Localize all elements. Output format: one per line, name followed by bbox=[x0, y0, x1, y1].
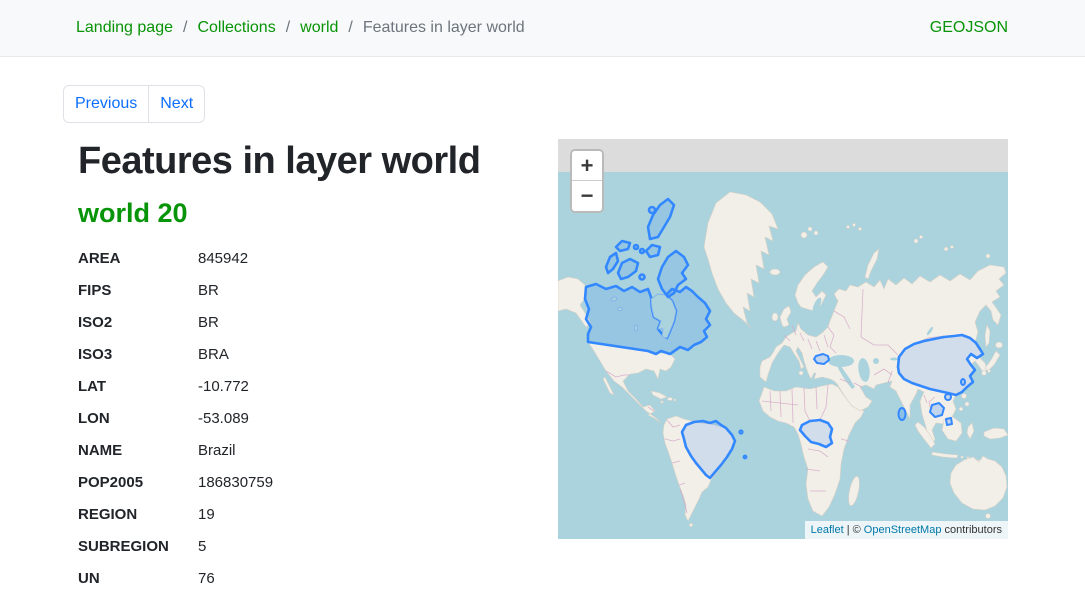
previous-button[interactable]: Previous bbox=[63, 85, 149, 123]
property-row: UN76 bbox=[78, 563, 273, 595]
feature-brazil-island[interactable] bbox=[744, 456, 747, 459]
header-bar: Landing page / Collections / world / Fea… bbox=[0, 0, 1085, 57]
breadcrumb-separator: / bbox=[183, 19, 187, 37]
property-key: AREA bbox=[78, 243, 198, 275]
property-row: AREA845942 bbox=[78, 243, 273, 275]
property-key: POP2005 bbox=[78, 467, 198, 499]
zoom-out-button[interactable]: − bbox=[572, 181, 602, 211]
zoom-in-button[interactable]: + bbox=[572, 151, 602, 181]
property-value: -10.772 bbox=[198, 371, 273, 403]
contributors-label: contributors bbox=[945, 524, 1002, 536]
property-key: ISO3 bbox=[78, 339, 198, 371]
property-row: NAMEBrazil bbox=[78, 435, 273, 467]
breadcrumb: Landing page / Collections / world / Fea… bbox=[76, 19, 525, 37]
breadcrumb-landing-page[interactable]: Landing page bbox=[76, 19, 173, 37]
property-key: UN bbox=[78, 563, 198, 595]
leaflet-link[interactable]: Leaflet bbox=[811, 524, 844, 536]
property-value: BRA bbox=[198, 339, 273, 371]
feature-brazil-island[interactable] bbox=[739, 430, 742, 433]
property-key: ISO2 bbox=[78, 307, 198, 339]
property-row: SUBREGION5 bbox=[78, 531, 273, 563]
copyright-symbol: © bbox=[853, 524, 861, 536]
leaflet-map[interactable]: + − Leaflet | © OpenStreetMap contributo… bbox=[558, 139, 1008, 539]
property-value: BR bbox=[198, 275, 273, 307]
property-value: 186830759 bbox=[198, 467, 273, 499]
breadcrumb-separator: / bbox=[286, 19, 290, 37]
feature-details: Features in layer world world 20 AREA845… bbox=[63, 139, 543, 595]
attribution-divider: | bbox=[847, 524, 850, 536]
properties-table: AREA845942 FIPSBR ISO2BR ISO3BRA LAT-10.… bbox=[78, 243, 273, 595]
feature-bulgaria[interactable] bbox=[814, 354, 829, 364]
property-key: FIPS bbox=[78, 275, 198, 307]
feature-brunei[interactable] bbox=[946, 418, 952, 425]
pagination-group: Previous Next bbox=[63, 85, 205, 123]
property-key: LAT bbox=[78, 371, 198, 403]
world-map-tiles[interactable] bbox=[558, 139, 1008, 539]
property-row: ISO3BRA bbox=[78, 339, 273, 371]
feature-sri-lanka[interactable] bbox=[899, 408, 906, 420]
map-zoom-control: + − bbox=[570, 149, 604, 213]
property-key: REGION bbox=[78, 499, 198, 531]
feature-canada[interactable] bbox=[585, 284, 710, 354]
map-attribution: Leaflet | © OpenStreetMap contributors bbox=[805, 521, 1008, 539]
breadcrumb-collections[interactable]: Collections bbox=[197, 19, 275, 37]
property-key: LON bbox=[78, 403, 198, 435]
next-button[interactable]: Next bbox=[148, 85, 205, 123]
property-value: 845942 bbox=[198, 243, 273, 275]
property-value: Brazil bbox=[198, 435, 273, 467]
property-row: REGION19 bbox=[78, 499, 273, 531]
openstreetmap-link[interactable]: OpenStreetMap bbox=[864, 524, 942, 536]
property-value: 5 bbox=[198, 531, 273, 563]
property-row: LON-53.089 bbox=[78, 403, 273, 435]
map-empty-tile-strip bbox=[558, 139, 1008, 172]
breadcrumb-current-page: Features in layer world bbox=[363, 19, 525, 37]
property-row: FIPSBR bbox=[78, 275, 273, 307]
feature-id-subtitle: world 20 bbox=[78, 198, 543, 229]
feature-cambodia[interactable] bbox=[930, 403, 944, 417]
property-value: -53.089 bbox=[198, 403, 273, 435]
breadcrumb-world[interactable]: world bbox=[300, 19, 338, 37]
property-key: SUBREGION bbox=[78, 531, 198, 563]
main-content: Previous Next Features in layer world wo… bbox=[0, 57, 1085, 595]
property-row: POP2005186830759 bbox=[78, 467, 273, 499]
feature-china-hainan[interactable] bbox=[945, 394, 951, 400]
geojson-format-link[interactable]: GEOJSON bbox=[930, 19, 1008, 37]
property-row: ISO2BR bbox=[78, 307, 273, 339]
property-value: 19 bbox=[198, 499, 273, 531]
property-row: LAT-10.772 bbox=[78, 371, 273, 403]
breadcrumb-separator: / bbox=[348, 19, 352, 37]
property-value: BR bbox=[198, 307, 273, 339]
feature-china-taiwan[interactable] bbox=[961, 379, 965, 385]
property-key: NAME bbox=[78, 435, 198, 467]
page-title: Features in layer world bbox=[78, 139, 543, 185]
property-value: 76 bbox=[198, 563, 273, 595]
